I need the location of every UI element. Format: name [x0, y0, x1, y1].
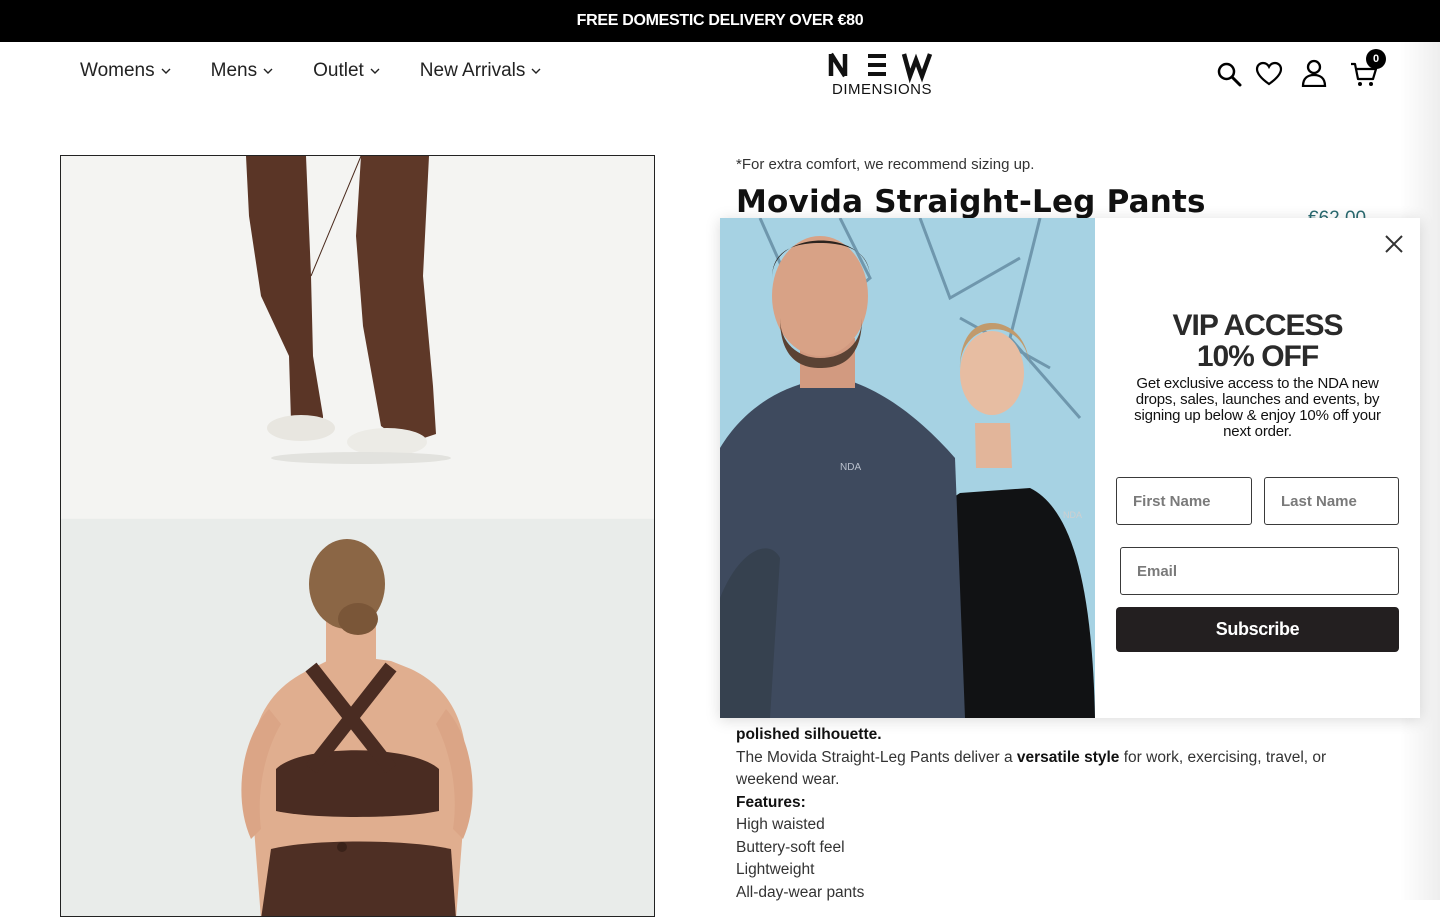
features-heading-text: Features:: [736, 793, 806, 811]
description-line: polished silhouette.: [736, 724, 1356, 747]
feature-item: Lightweight: [736, 861, 815, 878]
nav-item-label: Mens: [210, 60, 258, 81]
nav-item-new-arrivals[interactable]: New Arrivals: [420, 60, 542, 82]
product-image-back[interactable]: [61, 519, 654, 916]
feature-item: Buttery-soft feel: [736, 838, 845, 856]
chevron-down-icon: [370, 68, 380, 74]
close-icon[interactable]: [1382, 232, 1406, 256]
description-bold-text: polished silhouette.: [736, 726, 882, 743]
brand-logo[interactable]: DIMENSIONS: [828, 52, 938, 98]
popup-heading: VIP ACCESS 10% OFF: [1095, 310, 1420, 372]
product-photo-back: [61, 519, 654, 916]
announcement-text: FREE DOMESTIC DELIVERY OVER €80: [576, 12, 864, 29]
sizing-note: *For extra comfort, we recommend sizing …: [736, 156, 1035, 173]
last-name-field[interactable]: [1264, 477, 1399, 525]
svg-text:DIMENSIONS: DIMENSIONS: [832, 81, 932, 98]
nav-item-womens[interactable]: Womens: [80, 60, 171, 82]
popup-image: NDA NDA: [720, 218, 1095, 718]
description-text: The Movida Straight-Leg Pants deliver a: [736, 748, 1017, 766]
feature-item: High waisted: [736, 816, 825, 833]
nav-item-outlet[interactable]: Outlet: [313, 60, 380, 82]
chevron-down-icon: [263, 68, 273, 74]
heart-icon[interactable]: [1255, 61, 1283, 87]
subscribe-button[interactable]: Subscribe: [1116, 607, 1399, 652]
popup-brand-mark: NDA: [840, 462, 861, 473]
product-image-legs[interactable]: [61, 156, 654, 518]
newsletter-popup: NDA NDA VIP ACCESS 10% OFF Get exclusive…: [720, 218, 1420, 718]
description-paragraph: The Movida Straight-Leg Pants deliver a …: [736, 747, 1356, 792]
nav-item-label: Outlet: [313, 60, 364, 81]
product-gallery: [60, 155, 655, 917]
cart-count-badge: 0: [1366, 49, 1386, 69]
product-photo-pants: [61, 156, 654, 518]
chevron-down-icon: [531, 68, 541, 74]
description-bold-text: versatile style: [1016, 748, 1120, 766]
product-title: Movida Straight-Leg Pants: [736, 184, 1206, 220]
nav-item-label: Womens: [80, 60, 155, 81]
nav-item-mens[interactable]: Mens: [211, 60, 273, 82]
features-heading: Features:: [736, 792, 1356, 815]
popup-heading-line: 10% OFF: [1196, 340, 1319, 373]
chevron-down-icon: [161, 68, 171, 74]
main-nav: Womens Mens Outlet New Arrivals: [80, 60, 581, 82]
popup-heading-line: VIP ACCESS: [1172, 309, 1343, 342]
email-field[interactable]: [1120, 547, 1399, 595]
product-description: polished silhouette. The Movida Straight…: [736, 724, 1356, 904]
feature-item: All-day-wear pants: [736, 883, 865, 901]
popup-body-text: Get exclusive access to the NDA new drop…: [1134, 375, 1381, 440]
search-icon[interactable]: [1216, 61, 1242, 87]
nav-item-label: New Arrivals: [419, 60, 526, 81]
announcement-bar: FREE DOMESTIC DELIVERY OVER €80: [0, 0, 1440, 42]
first-name-field[interactable]: [1116, 477, 1252, 525]
popup-brand-mark: NDA: [1063, 510, 1082, 520]
popup-models-photo: NDA NDA: [720, 218, 1095, 718]
user-icon[interactable]: [1301, 59, 1327, 87]
